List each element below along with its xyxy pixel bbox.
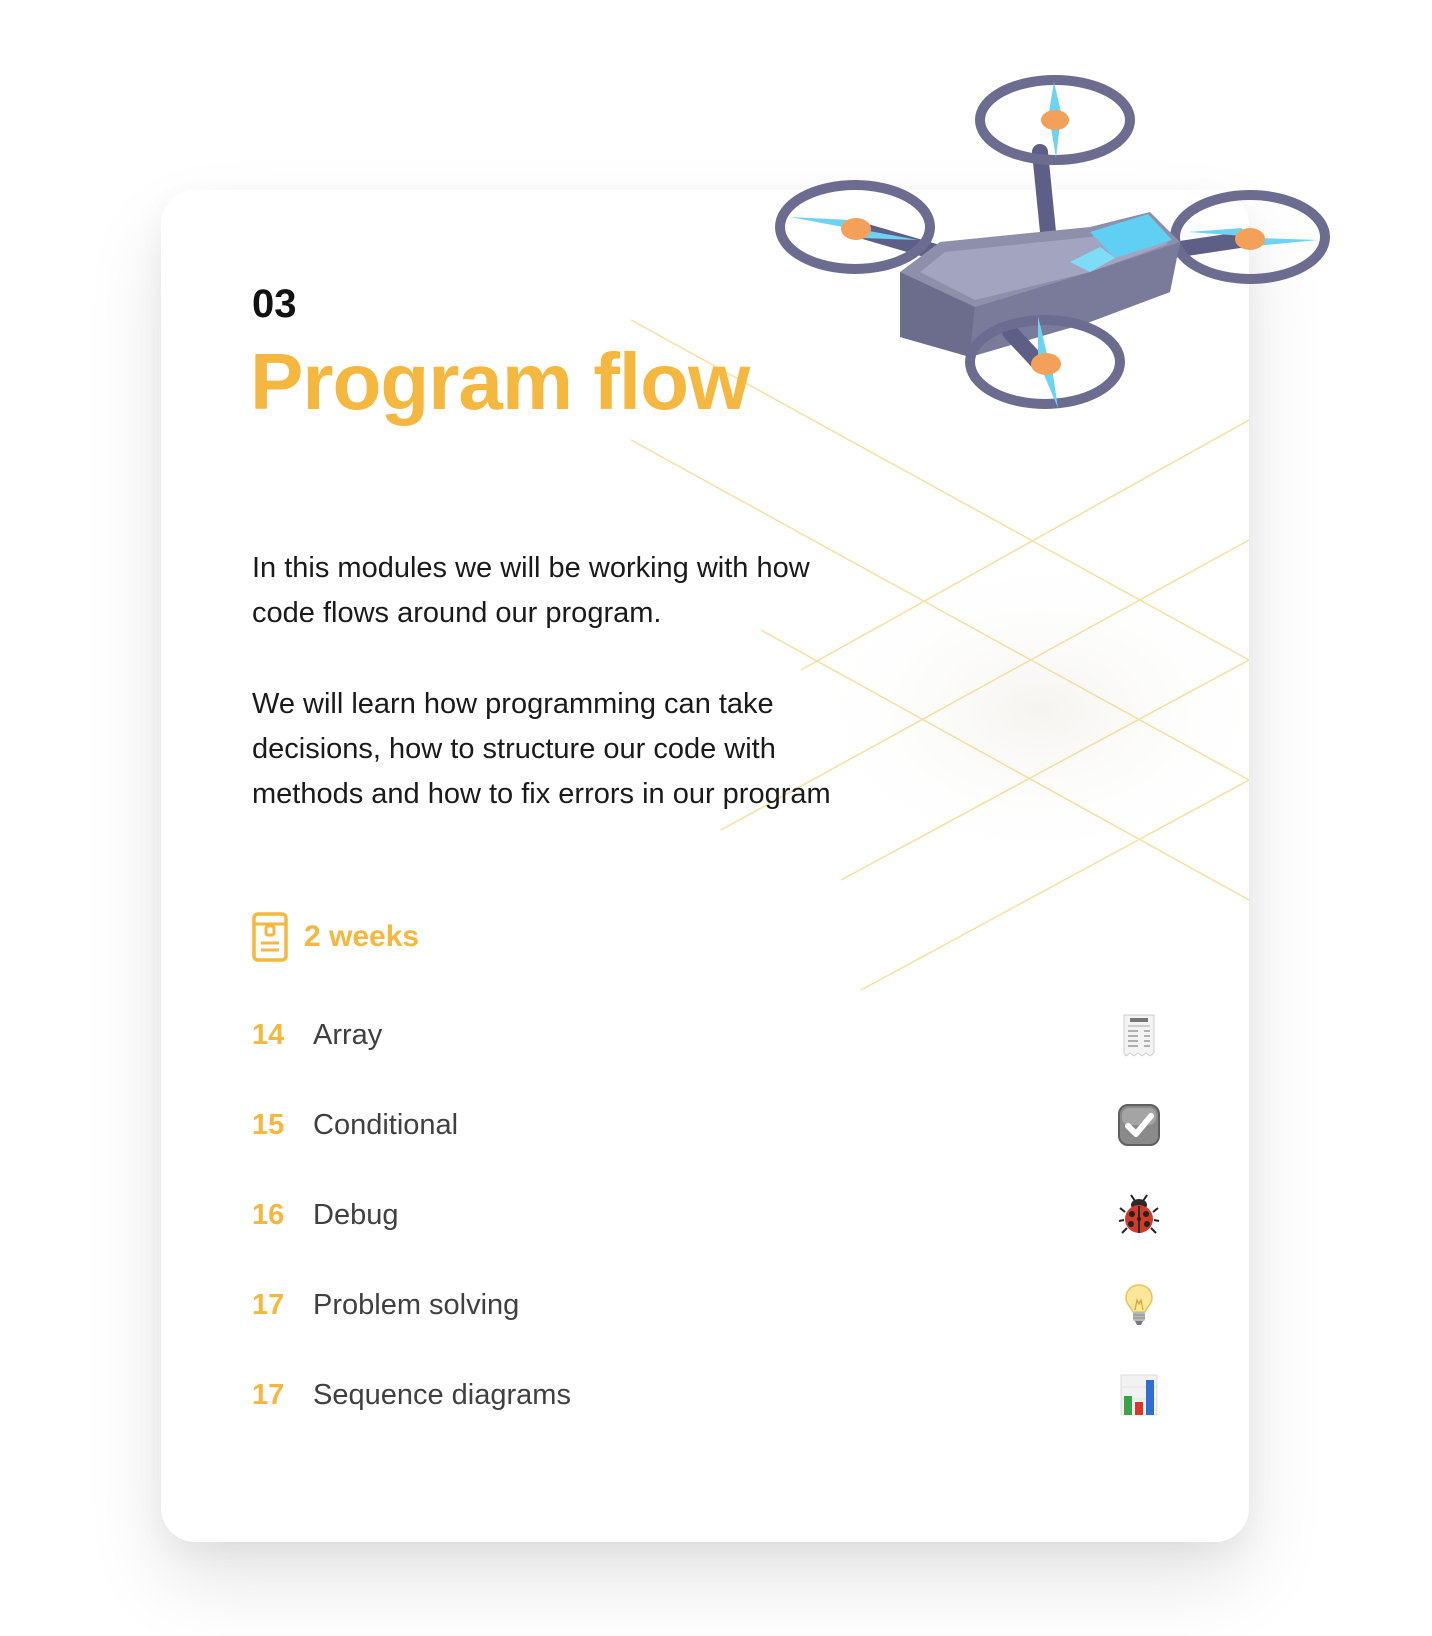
lesson-name: Problem solving — [313, 1288, 520, 1321]
module-duration: 2 weeks — [252, 912, 419, 962]
lesson-item-problem-solving[interactable]: 17 Problem solving — [252, 1260, 1162, 1350]
page: 03 Program flow In this modules we will … — [0, 0, 1432, 1636]
lesson-number: 14 — [252, 1018, 285, 1051]
bar-chart-icon — [1116, 1372, 1162, 1418]
lesson-item-conditional[interactable]: 15 Conditional — [252, 1080, 1162, 1170]
lesson-item-array[interactable]: 14 Array — [252, 990, 1162, 1080]
calendar-icon — [252, 912, 288, 962]
ladybug-icon — [1116, 1192, 1162, 1238]
lightbulb-icon — [1116, 1282, 1162, 1328]
lesson-name: Sequence diagrams — [313, 1378, 571, 1411]
lesson-number: 17 — [252, 1288, 285, 1321]
checkbox-icon — [1116, 1102, 1162, 1148]
module-description-intro: In this modules we will be working with … — [252, 552, 810, 629]
lesson-name: Conditional — [313, 1108, 459, 1141]
lesson-number: 16 — [252, 1198, 285, 1231]
lesson-name: Debug — [313, 1198, 399, 1231]
duration-label: 2 weeks — [304, 920, 420, 953]
lesson-item-debug[interactable]: 16 Debug — [252, 1170, 1162, 1260]
module-number: 03 — [252, 282, 297, 326]
lesson-name: Array — [313, 1018, 383, 1051]
lesson-number: 17 — [252, 1378, 285, 1411]
receipt-icon — [1116, 1012, 1162, 1058]
lesson-item-sequence-diagrams[interactable]: 17 Sequence diagrams — [252, 1350, 1162, 1440]
lesson-number: 15 — [252, 1108, 285, 1141]
module-title: Program flow — [250, 337, 750, 426]
lesson-list: 14 Array 15 Conditional 16 Debug 17 Prob… — [252, 990, 1162, 1440]
drone-illustration — [775, 75, 1330, 409]
module-description-details: We will learn how programming can take d… — [252, 688, 831, 810]
